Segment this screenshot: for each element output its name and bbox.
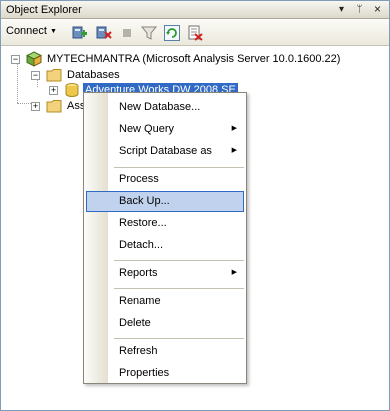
stop-icon[interactable] — [118, 24, 136, 42]
title-bar: Object Explorer ▾ ᛘ × — [1, 1, 389, 19]
server-node[interactable]: − MYTECHMANTRA (Microsoft Analysis Serve… — [11, 51, 342, 67]
menu-item-label: New Query — [119, 123, 175, 135]
filter-icon[interactable] — [140, 24, 158, 42]
menu-item-script-database-as[interactable]: Script Database as ▶ — [86, 141, 244, 162]
context-menu: New Database... New Query ▶ Script Datab… — [83, 92, 247, 384]
menu-item-delete[interactable]: Delete — [86, 313, 244, 334]
folder-icon — [46, 100, 62, 113]
menu-item-label: Reports — [119, 267, 158, 279]
menu-item-label: Delete — [119, 317, 151, 329]
chevron-down-icon: ▼ — [49, 28, 57, 35]
menu-item-detach[interactable]: Detach... — [86, 235, 244, 256]
tree-guide-line — [17, 103, 31, 104]
menu-item-label: Properties — [119, 367, 170, 379]
toolbar: Connect ▼ — [1, 20, 389, 46]
server-cube-icon — [26, 51, 42, 67]
menu-item-rename[interactable]: Rename — [86, 291, 244, 312]
menu-item-label: New Database... — [119, 101, 201, 113]
submenu-arrow-icon: ▶ — [231, 269, 237, 276]
window-title: Object Explorer — [6, 4, 82, 16]
expand-icon[interactable]: + — [49, 85, 58, 95]
menu-separator — [114, 167, 244, 168]
menu-item-label: Rename — [119, 295, 161, 307]
menu-item-new-database[interactable]: New Database... — [86, 97, 244, 118]
refresh-icon[interactable] — [163, 24, 181, 42]
databases-folder[interactable]: − Databases — [31, 67, 122, 83]
menu-item-process[interactable]: Process — [86, 169, 244, 190]
menu-item-label: Process — [119, 173, 159, 185]
submenu-arrow-icon: ▶ — [231, 147, 237, 154]
tree-guide-line — [17, 63, 18, 103]
menu-item-restore[interactable]: Restore... — [86, 213, 244, 234]
menu-item-refresh[interactable]: Refresh — [86, 341, 244, 362]
menu-item-properties[interactable]: Properties — [86, 363, 244, 384]
connect-button[interactable]: Connect ▼ — [6, 25, 57, 37]
connect-server-icon[interactable] — [71, 24, 89, 42]
auto-hide-pin-icon[interactable]: ᛘ — [353, 3, 366, 16]
menu-separator — [114, 288, 244, 289]
menu-item-reports[interactable]: Reports ▶ — [86, 263, 244, 284]
menu-item-back-up[interactable]: Back Up... — [86, 191, 244, 212]
connect-label: Connect — [6, 25, 47, 37]
server-label: MYTECHMANTRA (Microsoft Analysis Server … — [47, 53, 341, 65]
collapse-icon[interactable]: − — [31, 70, 40, 80]
folder-icon — [46, 69, 62, 82]
database-icon — [65, 83, 79, 97]
disconnect-icon[interactable] — [95, 24, 113, 42]
script-icon[interactable] — [186, 24, 204, 42]
menu-separator — [114, 338, 244, 339]
menu-item-label: Script Database as — [119, 145, 212, 157]
menu-item-label: Detach... — [119, 239, 164, 251]
submenu-arrow-icon: ▶ — [231, 125, 237, 132]
menu-item-new-query[interactable]: New Query ▶ — [86, 119, 244, 140]
expand-icon[interactable]: + — [31, 101, 40, 111]
menu-item-label: Restore... — [119, 217, 167, 229]
collapse-icon[interactable]: − — [11, 54, 20, 64]
menu-separator — [114, 260, 244, 261]
databases-label: Databases — [67, 69, 120, 81]
close-icon[interactable]: × — [371, 3, 384, 16]
window-position-icon[interactable]: ▾ — [335, 3, 348, 16]
menu-item-label: Refresh — [119, 345, 158, 357]
menu-item-label: Back Up... — [119, 195, 170, 207]
